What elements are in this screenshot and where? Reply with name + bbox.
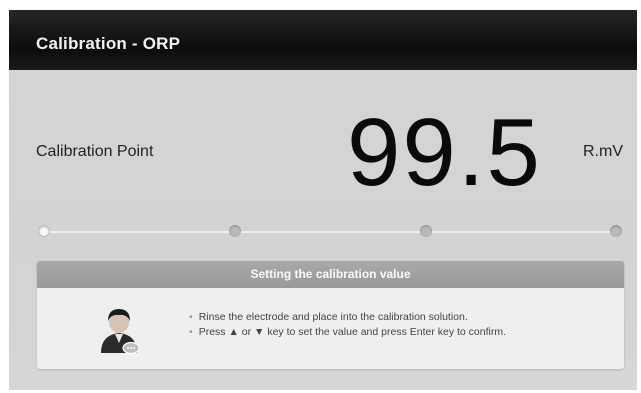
operator-avatar-icon <box>95 305 143 355</box>
instruction-text: Rinse the electrode and place into the c… <box>198 311 468 323</box>
calibration-unit: R.mV <box>583 143 623 160</box>
calibration-point-label: Calibration Point <box>36 143 154 160</box>
instruction-panel: Setting the calibration value • Rinse the… <box>37 261 624 369</box>
instruction-list: • Rinse the electrode and place into the … <box>189 311 506 341</box>
step-indicator-3 <box>420 225 432 237</box>
bullet-icon: • <box>189 326 193 338</box>
step-indicator-1 <box>38 225 50 237</box>
step-progress-line <box>43 231 616 233</box>
title-bar: Calibration - ORP <box>9 10 637 70</box>
step-indicator-4 <box>610 225 622 237</box>
step-indicator-2 <box>229 225 241 237</box>
bullet-icon: • <box>189 311 193 323</box>
instruction-text: Press ▲ or ▼ key to set the value and pr… <box>198 326 507 338</box>
window-title: Calibration - ORP <box>36 34 181 53</box>
calibration-value: 99.5 <box>347 99 542 206</box>
instruction-item: • Press ▲ or ▼ key to set the value and p… <box>189 326 506 338</box>
calibration-screen: Calibration - ORP Calibration Point 99.5… <box>9 10 637 390</box>
instruction-panel-header: Setting the calibration value <box>37 261 624 288</box>
instruction-item: • Rinse the electrode and place into the … <box>189 311 506 323</box>
